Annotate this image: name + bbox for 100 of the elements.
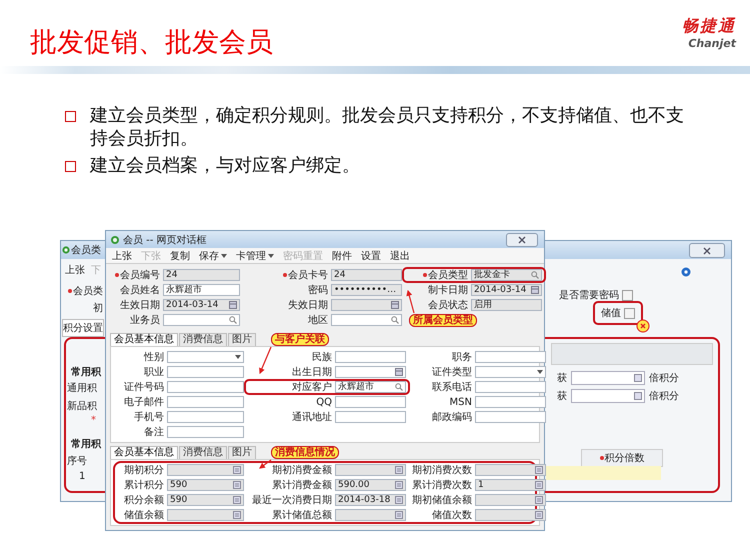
tab[interactable]: 图片 — [228, 333, 256, 346]
input-field[interactable] — [167, 381, 244, 393]
field-label: 邮政编码 — [432, 412, 472, 422]
app-icon — [62, 246, 70, 254]
field-label: 生效日期 — [120, 300, 160, 310]
input-field[interactable]: 2014-03-14 — [163, 299, 240, 311]
input-field[interactable] — [163, 314, 240, 326]
input-field[interactable]: 24 — [331, 269, 402, 281]
field-label: 密码 — [308, 284, 328, 296]
input-field[interactable] — [475, 381, 546, 393]
tab[interactable]: 会员基本信息 — [110, 446, 178, 459]
input-field[interactable]: 590 — [167, 494, 244, 506]
input-field[interactable]: 2014-03-18 — [335, 494, 406, 506]
input-field[interactable]: 永辉超市 — [163, 284, 240, 296]
input-field[interactable] — [335, 396, 406, 408]
input-field[interactable]: 启用 — [471, 299, 542, 311]
slide-title: 批发促销、批发会员 — [30, 26, 273, 60]
field-label: 储值余额 — [124, 510, 164, 520]
input-field[interactable] — [475, 351, 546, 363]
bullet-icon — [65, 111, 76, 122]
field-label: 储值次数 — [432, 510, 472, 520]
input-field[interactable] — [475, 366, 546, 378]
field-label: 职务 — [452, 352, 472, 362]
input-field[interactable] — [475, 494, 546, 506]
required-icon — [283, 273, 287, 277]
input-field[interactable] — [571, 389, 645, 403]
tab[interactable]: 图片 — [228, 446, 256, 459]
calculator-icon — [233, 481, 241, 489]
tab[interactable]: 消费信息 — [179, 333, 227, 346]
toolbar-button[interactable]: 设置 — [361, 248, 381, 262]
toolbar-button[interactable]: 复制 — [170, 248, 190, 262]
required-icon — [115, 273, 119, 277]
field-label: 新品积 — [67, 400, 97, 413]
input-field[interactable] — [167, 464, 244, 476]
input-field[interactable] — [335, 464, 406, 476]
input-field[interactable] — [167, 426, 244, 438]
input-field[interactable] — [331, 299, 402, 311]
callout-label: 消费信息情况 — [271, 446, 339, 458]
input-field[interactable] — [475, 411, 546, 423]
input-field[interactable] — [475, 509, 546, 521]
tab[interactable]: 会员基本信息 — [110, 333, 178, 346]
input-field[interactable] — [475, 464, 546, 476]
calculator-icon — [535, 496, 543, 504]
toolbar-button[interactable]: 保存 — [199, 248, 227, 262]
input-field[interactable]: 批发金卡 — [471, 269, 542, 281]
input-field[interactable]: 永辉超市 — [335, 381, 406, 393]
calculator-icon — [634, 374, 642, 382]
input-field[interactable]: 590.00 — [335, 479, 406, 491]
input-field[interactable] — [167, 411, 244, 423]
toolbar-button[interactable]: 卡管理 — [236, 248, 274, 262]
input-field[interactable] — [167, 396, 244, 408]
window-title: 会员类 — [71, 244, 101, 257]
table-cell: 1 — [79, 471, 86, 482]
search-icon — [229, 316, 237, 324]
toolbar-button[interactable]: 上张 — [65, 263, 85, 277]
checkbox-label: 是否需要密码 — [559, 288, 619, 302]
app-icon — [110, 234, 120, 244]
help-icon[interactable] — [681, 267, 691, 277]
input-field[interactable]: 2014-03-14 — [471, 284, 542, 296]
field-label: 职业 — [144, 366, 164, 378]
toolbar-button[interactable]: 附件 — [332, 248, 352, 262]
toolbar-button[interactable]: 退出 — [390, 248, 410, 262]
input-field[interactable]: ••••••••••… — [331, 284, 402, 296]
bullet-text: 建立会员类型，确定积分规则。批发会员只支持积分，不支持储值、也不支持会员折扣。 — [90, 104, 685, 150]
field-label: 制卡日期 — [428, 284, 468, 296]
close-icon — [702, 246, 712, 254]
calculator-icon — [634, 392, 642, 400]
input-field[interactable]: 590 — [167, 479, 244, 491]
field-label: 累计消费金额 — [272, 480, 332, 490]
input-field[interactable] — [475, 396, 546, 408]
input-field[interactable]: 1 — [475, 479, 546, 491]
field-label: 失效日期 — [288, 300, 328, 310]
checkbox[interactable] — [622, 290, 633, 300]
caret-icon — [268, 254, 274, 258]
checkbox[interactable] — [624, 308, 635, 318]
input-field[interactable] — [331, 314, 402, 326]
input-field[interactable] — [335, 509, 406, 521]
field-label: 证件类型 — [432, 366, 472, 378]
input-field[interactable]: 24 — [163, 269, 240, 281]
input-field[interactable] — [167, 366, 244, 378]
input-field[interactable] — [167, 509, 244, 521]
calendar-icon — [391, 301, 399, 309]
tab[interactable]: 消费信息 — [179, 446, 227, 459]
required-icon — [423, 273, 427, 277]
tab[interactable]: 积分设置 — [62, 319, 104, 337]
field-label: 性别 — [144, 352, 164, 362]
close-button[interactable] — [506, 233, 538, 247]
bullet-icon — [65, 161, 76, 172]
toolbar-button[interactable]: 上张 — [112, 248, 132, 262]
window-title: 会员 -- 网页对话框 — [123, 234, 207, 246]
input-field[interactable] — [167, 351, 244, 363]
search-icon — [531, 271, 539, 279]
input-field[interactable] — [335, 411, 406, 423]
field-label: MSN — [450, 396, 472, 408]
input-field[interactable] — [335, 366, 406, 378]
input-field[interactable] — [335, 351, 406, 363]
calculator-icon — [535, 481, 543, 489]
bullet-text: 建立会员档案，与对应客户绑定。 — [90, 154, 361, 177]
input-field[interactable] — [571, 371, 645, 385]
close-button[interactable] — [689, 243, 725, 258]
